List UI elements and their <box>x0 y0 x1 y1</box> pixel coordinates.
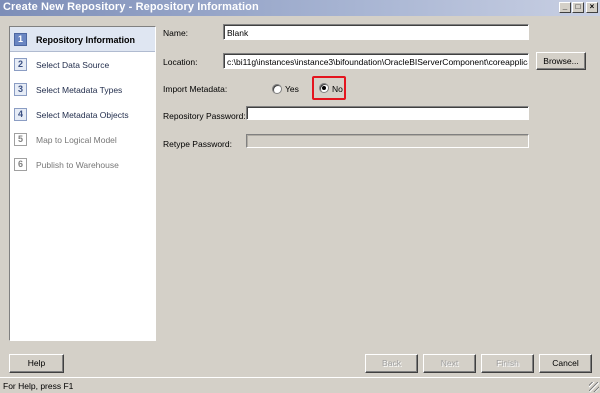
repository-password-input[interactable] <box>246 106 529 120</box>
wizard-steps: 1 Repository Information 2 Select Data S… <box>9 26 156 341</box>
location-input[interactable]: c:\bi11g\instances\instance3\bifoundatio… <box>223 53 529 69</box>
resize-grip-icon[interactable] <box>589 382 599 392</box>
title-bar: Create New Repository - Repository Infor… <box>0 0 600 16</box>
next-button: Next <box>423 354 476 373</box>
step-label: Map to Logical Model <box>36 135 117 145</box>
step-label: Publish to Warehouse <box>36 160 119 170</box>
back-button: Back <box>365 354 418 373</box>
step-publish-to-warehouse: 6 Publish to Warehouse <box>10 152 155 177</box>
retype-password-label: Retype Password: <box>163 139 232 149</box>
minimize-button[interactable]: _ <box>559 2 571 13</box>
import-metadata-label: Import Metadata: <box>163 84 228 94</box>
status-text: For Help, press F1 <box>3 381 74 391</box>
step-number: 3 <box>14 83 27 96</box>
import-no-label: No <box>332 84 343 94</box>
step-number: 5 <box>14 133 27 146</box>
import-yes-label: Yes <box>285 84 299 94</box>
step-number: 2 <box>14 58 27 71</box>
step-number: 6 <box>14 158 27 171</box>
import-no-radio[interactable] <box>319 83 329 93</box>
step-select-data-source[interactable]: 2 Select Data Source <box>10 52 155 77</box>
step-number: 1 <box>14 33 27 46</box>
help-button[interactable]: Help <box>9 354 64 373</box>
step-repository-information[interactable]: 1 Repository Information <box>10 27 155 52</box>
repository-password-label: Repository Password: <box>163 111 246 121</box>
step-label: Select Metadata Objects <box>36 110 129 120</box>
step-label: Repository Information <box>36 35 136 45</box>
name-input[interactable]: Blank <box>223 24 529 40</box>
cancel-button[interactable]: Cancel <box>539 354 592 373</box>
close-button[interactable]: × <box>586 2 598 13</box>
finish-button: Finish <box>481 354 534 373</box>
step-select-metadata-types[interactable]: 3 Select Metadata Types <box>10 77 155 102</box>
dialog-body: 1 Repository Information 2 Select Data S… <box>0 16 600 377</box>
step-select-metadata-objects[interactable]: 4 Select Metadata Objects <box>10 102 155 127</box>
step-map-to-logical-model: 5 Map to Logical Model <box>10 127 155 152</box>
retype-password-input <box>246 134 529 148</box>
step-label: Select Metadata Types <box>36 85 123 95</box>
name-label: Name: <box>163 28 189 38</box>
step-label: Select Data Source <box>36 60 110 70</box>
location-label: Location: <box>163 57 198 67</box>
window-controls: _ □ × <box>558 2 598 13</box>
step-number: 4 <box>14 108 27 121</box>
status-bar: For Help, press F1 <box>0 377 600 393</box>
window-title: Create New Repository - Repository Infor… <box>3 1 259 13</box>
browse-button[interactable]: Browse... <box>536 52 586 70</box>
maximize-button[interactable]: □ <box>572 2 584 13</box>
import-yes-radio[interactable] <box>272 84 282 94</box>
